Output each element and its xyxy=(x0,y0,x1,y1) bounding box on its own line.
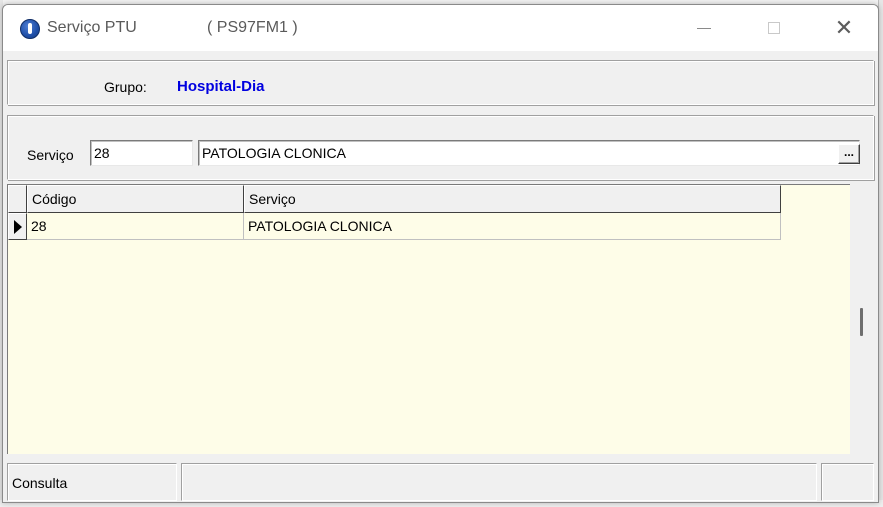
servico-ptu-dialog: Serviço PTU ( PS97FM1 ) ✕ Grupo: Hospita… xyxy=(2,4,879,503)
servicos-grid[interactable]: Código Serviço 28 PATOLOGIA CLONICA xyxy=(7,184,850,454)
servico-label: Serviço xyxy=(27,147,74,163)
minimize-icon xyxy=(697,27,711,29)
maximize-icon xyxy=(768,22,780,34)
cell-servico[interactable]: PATOLOGIA CLONICA xyxy=(244,213,781,240)
row-indicator-header xyxy=(8,185,27,213)
servico-lookup-button[interactable]: ... xyxy=(838,144,860,164)
servico-code-input[interactable]: 28 xyxy=(90,140,193,166)
grid-header: Código Serviço xyxy=(8,185,781,213)
grid-vertical-scrollbar[interactable] xyxy=(850,184,874,454)
status-bar: Consulta xyxy=(7,461,874,501)
close-button[interactable]: ✕ xyxy=(821,5,867,51)
row-indicator xyxy=(8,213,27,240)
status-extra xyxy=(821,463,874,501)
servico-panel: Serviço 28 PATOLOGIA CLONICA ... xyxy=(7,115,874,180)
scrollbar-thumb[interactable] xyxy=(860,308,863,336)
grupo-value: Hospital-Dia xyxy=(177,78,265,95)
cell-codigo[interactable]: 28 xyxy=(27,213,244,240)
status-message xyxy=(181,463,817,501)
grupo-label: Grupo: xyxy=(104,79,147,95)
column-header-codigo[interactable]: Código xyxy=(27,185,244,213)
close-icon: ✕ xyxy=(834,15,854,40)
window-title: Serviço PTU xyxy=(47,19,137,36)
minimize-button[interactable] xyxy=(681,5,727,51)
grupo-panel: Grupo: Hospital-Dia xyxy=(7,60,874,105)
window-form-code: ( PS97FM1 ) xyxy=(207,19,298,36)
app-logo-icon xyxy=(20,19,40,39)
column-header-servico[interactable]: Serviço xyxy=(244,185,781,213)
status-mode: Consulta xyxy=(7,463,177,501)
maximize-button[interactable] xyxy=(751,5,797,51)
title-bar[interactable]: Serviço PTU ( PS97FM1 ) ✕ xyxy=(3,5,878,51)
servico-name-input[interactable]: PATOLOGIA CLONICA xyxy=(198,140,860,166)
table-row[interactable]: 28 PATOLOGIA CLONICA xyxy=(8,213,781,240)
current-row-arrow-icon xyxy=(14,220,22,234)
